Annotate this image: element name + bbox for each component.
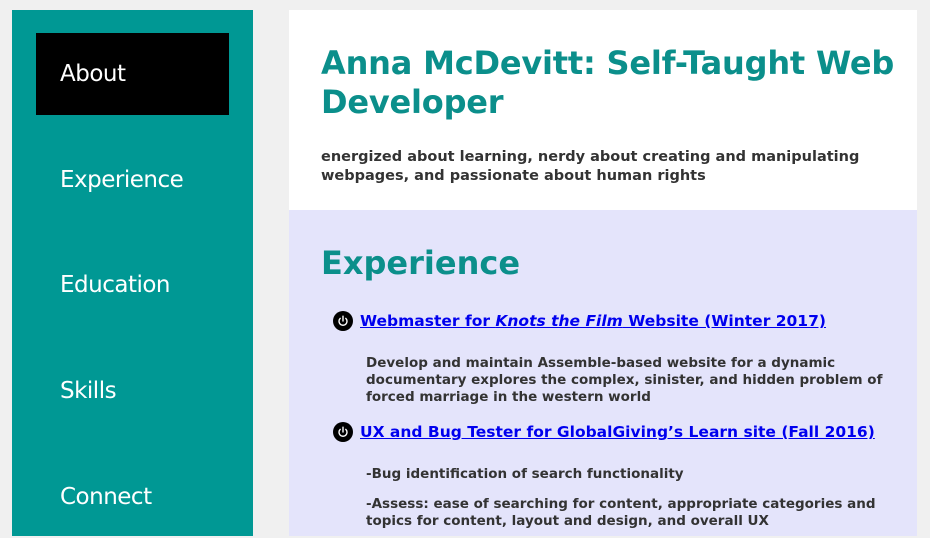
about-header: Anna McDevitt: Self-Taught Web Developer… <box>289 10 917 210</box>
power-icon <box>333 311 353 331</box>
nav-item-education[interactable]: Education <box>36 244 229 326</box>
nav-item-label: About <box>60 61 126 87</box>
experience-link-globalgiving[interactable]: UX and Bug Tester for GlobalGiving’s Lea… <box>360 423 875 441</box>
experience-description: -Bug identification of search functional… <box>366 466 684 482</box>
page-title: Anna McDevitt: Self-Taught Web Developer <box>321 44 895 121</box>
nav-item-skills[interactable]: Skills <box>36 350 229 432</box>
power-icon <box>333 422 353 442</box>
main-content: Anna McDevitt: Self-Taught Web Developer… <box>289 10 917 536</box>
nav-item-label: Connect <box>60 484 152 510</box>
link-text: Website (Winter 2017) <box>622 312 826 330</box>
nav-item-experience[interactable]: Experience <box>36 139 229 221</box>
nav-item-connect[interactable]: Connect <box>36 456 229 538</box>
nav-item-label: Education <box>60 272 171 298</box>
nav-item-about[interactable]: About <box>36 33 229 115</box>
experience-item: UX and Bug Tester for GlobalGiving’s Lea… <box>333 422 875 442</box>
link-italic-text: Knots the Film <box>495 312 623 330</box>
nav-item-label: Experience <box>60 167 184 193</box>
link-text: Webmaster for <box>360 312 496 330</box>
tagline: energized about learning, nerdy about cr… <box>321 149 860 184</box>
sidebar-nav: About Experience Education Skills Connec… <box>12 10 253 536</box>
experience-item: Webmaster for Knots the Film Website (Wi… <box>333 311 826 331</box>
nav-item-label: Skills <box>60 378 117 404</box>
experience-heading: Experience <box>321 244 521 282</box>
experience-description: Develop and maintain Assemble-based webs… <box>366 355 883 405</box>
experience-link-knots[interactable]: Webmaster for Knots the Film Website (Wi… <box>360 312 826 330</box>
experience-description: -Assess: ease of searching for content, … <box>366 496 876 529</box>
